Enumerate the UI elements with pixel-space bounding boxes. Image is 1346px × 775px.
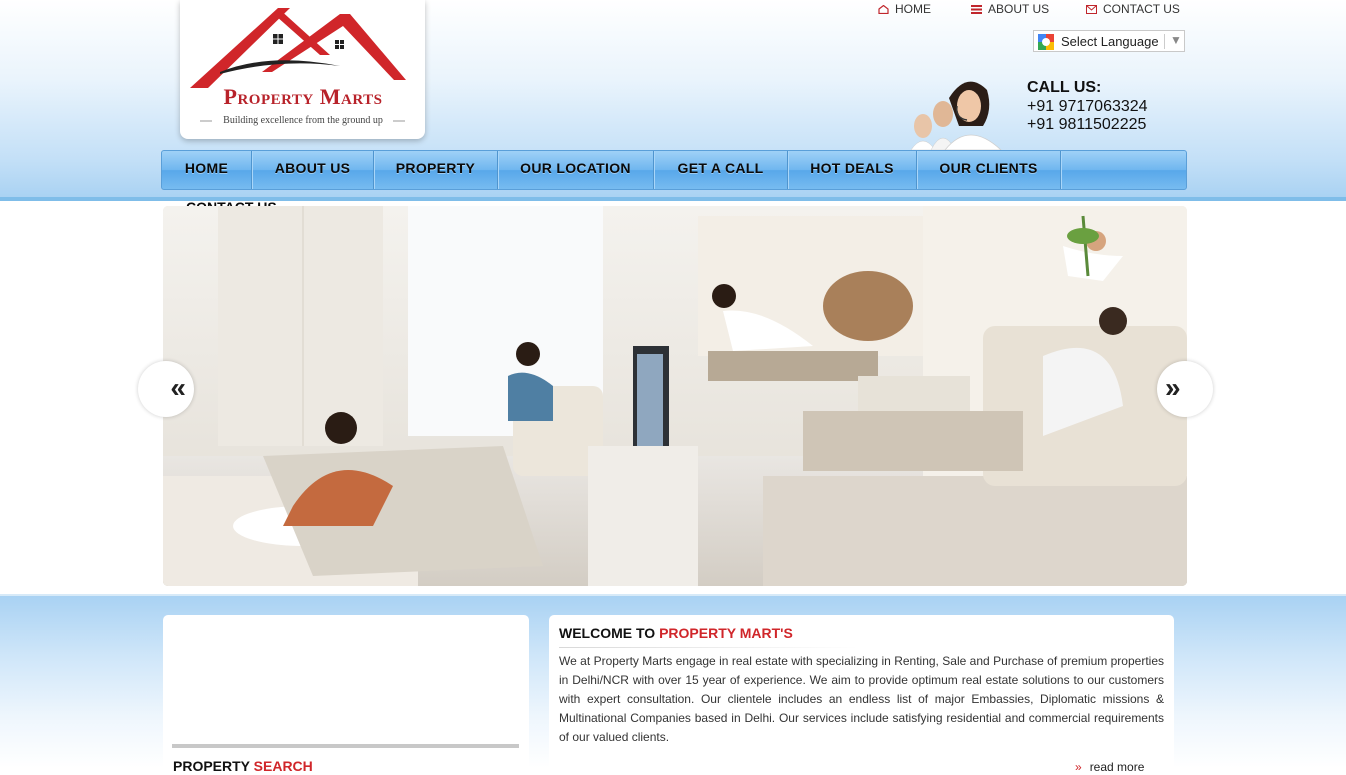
- bullet-icon: »: [1075, 760, 1082, 774]
- site-logo[interactable]: Property Marts Building excellence from …: [180, 0, 425, 139]
- logo-tagline: Building excellence from the ground up: [223, 115, 383, 126]
- property-search-title-part1: PROPERTY: [173, 758, 250, 774]
- property-search-panel: [163, 615, 529, 775]
- phone-number: +91 9811502225: [1027, 116, 1147, 133]
- nav-hot-deals[interactable]: HOT DEALS: [788, 151, 917, 189]
- google-translate-icon: [1038, 34, 1054, 50]
- property-search-title-part2: SEARCH: [253, 758, 313, 774]
- chevron-down-icon: ▼: [1170, 33, 1182, 47]
- phone-number: +91 9717063324: [1027, 98, 1148, 115]
- main-nav: HOME ABOUT US PROPERTY OUR LOCATION GET …: [161, 150, 1187, 190]
- living-room-photo: [163, 206, 1187, 586]
- welcome-title-part1: WELCOME TO: [559, 625, 656, 641]
- welcome-body-text: We at Property Marts engage in real esta…: [559, 654, 1164, 744]
- top-link-home[interactable]: HOME: [878, 2, 931, 16]
- top-link-contact-label: CONTACT US: [1103, 2, 1180, 16]
- nav-get-a-call[interactable]: GET A CALL: [654, 151, 788, 189]
- nav-our-location[interactable]: OUR LOCATION: [498, 151, 654, 189]
- hero-slider[interactable]: [163, 206, 1187, 586]
- property-search-divider: [172, 744, 519, 748]
- welcome-title-part2: PROPERTY MART'S: [659, 625, 793, 641]
- property-search-title: PROPERTY SEARCH: [173, 758, 313, 774]
- nav-home[interactable]: HOME: [162, 151, 252, 189]
- top-link-contact[interactable]: CONTACT US: [1086, 2, 1180, 16]
- welcome-divider: [559, 647, 859, 648]
- logo-brand-name: Property Marts: [223, 84, 383, 109]
- nav-about-us[interactable]: ABOUT US: [252, 151, 374, 189]
- language-select-label: Select Language: [1061, 34, 1159, 49]
- read-more-label: read more: [1089, 760, 1145, 774]
- home-icon: [878, 5, 889, 14]
- top-link-home-label: HOME: [895, 2, 931, 16]
- top-link-about-label: ABOUT US: [988, 2, 1050, 16]
- envelope-icon: [1086, 5, 1097, 14]
- top-link-about[interactable]: ABOUT US: [971, 2, 1049, 16]
- call-center-people-illustration: [910, 81, 1002, 150]
- language-select-separator: [1164, 34, 1165, 49]
- call-us-title: CALL US:: [1027, 79, 1102, 96]
- slider-next-button[interactable]: »: [1157, 361, 1213, 417]
- list-icon: [971, 5, 982, 14]
- read-more-link[interactable]: » read more: [1075, 760, 1144, 774]
- language-select[interactable]: Select Language ▼: [1033, 30, 1185, 52]
- slider-prev-button[interactable]: «: [138, 361, 194, 417]
- nav-property[interactable]: PROPERTY: [374, 151, 498, 189]
- nav-our-clients[interactable]: OUR CLIENTS: [917, 151, 1061, 189]
- welcome-title: WELCOME TO PROPERTY MART'S: [559, 625, 793, 641]
